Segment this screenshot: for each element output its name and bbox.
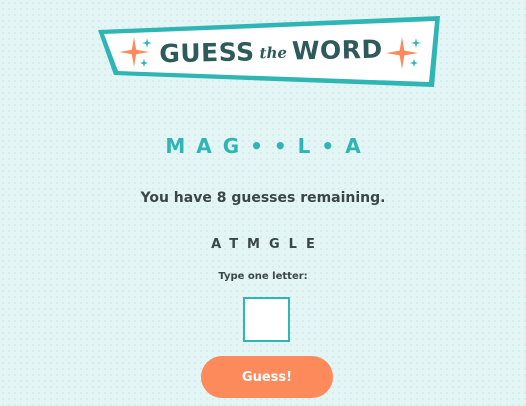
puzzle-word: MAG••L•A bbox=[165, 134, 372, 158]
guesses-remaining-text: You have 8 guesses remaining. bbox=[140, 190, 386, 206]
game-logo: GUESS the WORD bbox=[94, 13, 444, 89]
logo-word-guess: GUESS bbox=[158, 36, 255, 68]
logo-word-the: the bbox=[259, 43, 288, 63]
guess-button[interactable]: Guess! bbox=[201, 356, 333, 398]
input-prompt-label: Type one letter: bbox=[218, 271, 308, 282]
letter-input[interactable] bbox=[243, 297, 290, 342]
logo-title: GUESS the WORD bbox=[93, 9, 445, 92]
guessed-letters: ATMGLE bbox=[211, 237, 324, 252]
logo-word-word: WORD bbox=[291, 34, 384, 66]
